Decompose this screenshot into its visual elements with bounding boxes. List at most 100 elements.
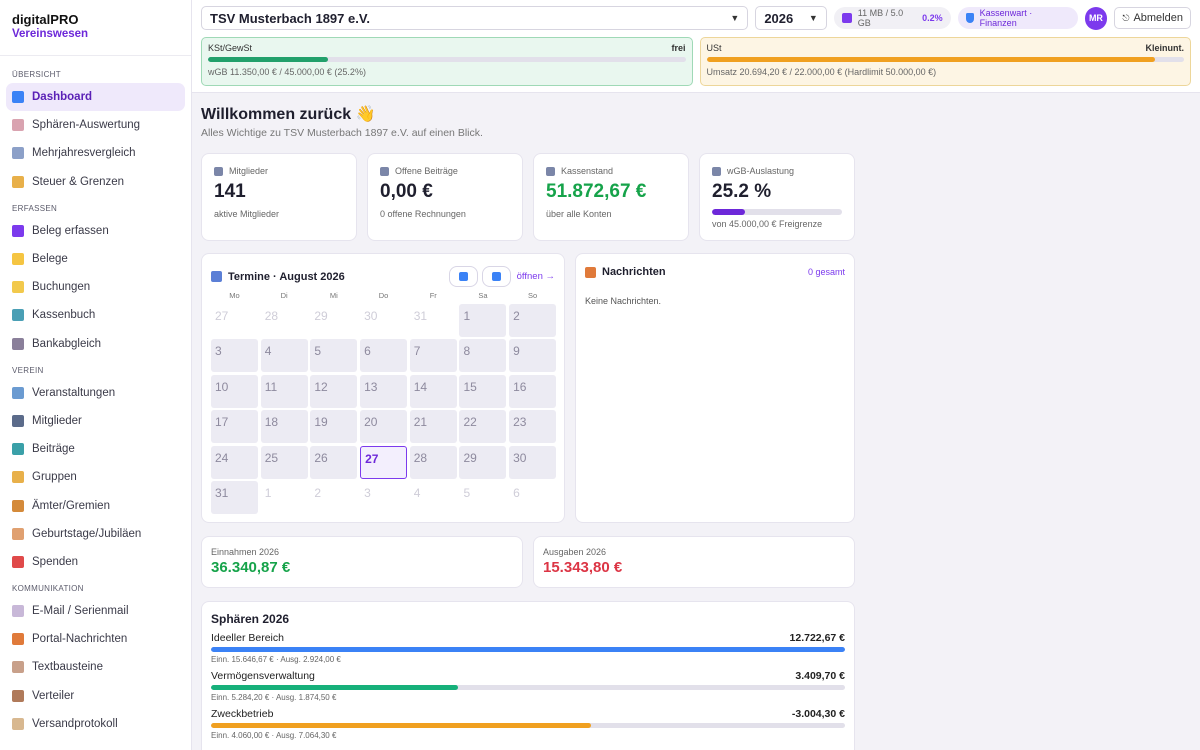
calendar-day[interactable]: 3 xyxy=(360,481,407,514)
weekday-label: Do xyxy=(378,291,389,300)
sidebar-item-belege[interactable]: Belege xyxy=(6,245,185,273)
save-icon xyxy=(841,13,852,23)
calendar-open-link[interactable]: öffnen → xyxy=(517,271,555,282)
calendar-day[interactable]: 22 xyxy=(459,410,507,444)
sidebar-item-kassenbuch[interactable]: Kassenbuch xyxy=(6,301,185,329)
expense-card: Ausgaben 2026 15.343,80 € xyxy=(533,536,855,588)
sphere-detail: Einn. 15.646,67 € · Ausg. 2.924,00 € xyxy=(211,655,341,664)
calendar-day[interactable]: 9 xyxy=(509,339,557,373)
calendar-day[interactable]: 26 xyxy=(310,445,358,479)
calendar-day[interactable]: 23 xyxy=(509,410,557,444)
calendar-day[interactable]: 29 xyxy=(310,304,357,337)
sidebar-item-label: Ämter/Gremien xyxy=(32,499,110,512)
trend-icon xyxy=(12,147,24,160)
calendar-day[interactable]: 31 xyxy=(410,304,457,337)
prev-month-button[interactable] xyxy=(448,266,478,287)
calendar-day[interactable]: 25 xyxy=(260,445,308,479)
sidebar-list: Veranstaltungen Mitglieder Beiträge Gruppen… xyxy=(0,379,191,576)
club-select-value: TSV Musterbach 1897 e.V. xyxy=(210,10,370,26)
calendar-day[interactable]: 30 xyxy=(360,304,407,337)
sidebar-item-label: Mitglieder xyxy=(32,414,82,427)
expense-value: 15.343,80 € xyxy=(543,559,623,576)
calendar-day[interactable]: 3 xyxy=(211,339,258,373)
calendar-day[interactable]: 15 xyxy=(459,374,507,408)
sidebar-list: E-Mail / Serienmail Portal-Nachrichten Tex… xyxy=(0,597,191,738)
calendar-day[interactable]: 8 xyxy=(459,339,507,373)
next-month-button[interactable] xyxy=(481,266,511,287)
sidebar-item-dashboard[interactable]: Dashboard xyxy=(6,83,185,112)
calendar-day[interactable]: 1 xyxy=(261,481,308,514)
sidebar-item-e-mail-serienmail[interactable]: E-Mail / Serienmail xyxy=(6,597,185,625)
sidebar-item-beiträge[interactable]: Beiträge xyxy=(6,435,185,463)
sidebar-item-label: Versandprotokoll xyxy=(32,717,118,730)
sidebar-item-veranstaltungen[interactable]: Veranstaltungen xyxy=(6,379,185,407)
calendar-day[interactable]: 29 xyxy=(459,445,507,479)
sphere-value: 3.409,70 € xyxy=(795,670,845,682)
calendar-day[interactable]: 4 xyxy=(260,339,308,373)
dashboard-content: Willkommen zurück 👋 Alles Wichtige zu TS… xyxy=(192,93,1200,750)
calendar-day[interactable]: 28 xyxy=(261,304,308,337)
calendar-day[interactable]: 13 xyxy=(360,374,408,408)
sidebar-item-label: Steuer & Grenzen xyxy=(32,175,125,188)
calendar-day[interactable]: 21 xyxy=(409,410,457,444)
sidebar-item-steuer-grenzen[interactable]: Steuer & Grenzen xyxy=(6,168,185,196)
avatar[interactable]: MR xyxy=(1084,6,1108,30)
calendar-day[interactable]: 20 xyxy=(360,410,408,444)
sidebar-section-label: Erfassen xyxy=(12,203,58,213)
year-select[interactable]: 2026 ▼ xyxy=(755,6,827,30)
calendar-day[interactable]: 5 xyxy=(459,481,506,514)
calendar-day[interactable]: 30 xyxy=(509,445,557,479)
calendar-day[interactable]: 11 xyxy=(260,374,308,408)
income-label: Einnahmen 2026 xyxy=(211,547,280,557)
calendar-day[interactable]: 12 xyxy=(310,374,358,408)
calendar-day[interactable]: 27 xyxy=(211,304,258,337)
sidebar-item-mitglieder[interactable]: Mitglieder xyxy=(6,407,185,435)
sidebar-item-verteiler[interactable]: Verteiler xyxy=(6,682,185,710)
calendar-day[interactable]: 28 xyxy=(409,445,457,479)
calendar-day[interactable]: 6 xyxy=(509,481,556,514)
sidebar-item-versandprotokoll[interactable]: Versandprotokoll xyxy=(6,710,185,738)
sidebar-item-geburtstage-jubiläen[interactable]: Geburtstage/Jubiläen xyxy=(6,520,185,548)
sidebar-item-sphären-auswertung[interactable]: Sphären-Auswertung xyxy=(6,111,185,139)
calendar-day[interactable]: 5 xyxy=(310,339,358,373)
calendar-day[interactable]: 31 xyxy=(211,480,258,514)
calendar-day[interactable]: 2 xyxy=(310,481,357,514)
sidebar-section-label: Kommunikation xyxy=(12,584,84,593)
news-count[interactable]: 0 gesamt xyxy=(808,267,845,277)
logout-button[interactable]: ⎋ Abmelden xyxy=(1114,7,1191,29)
calendar-grid: 27 28 29 30 31 1 2 3 4 5 6 7 8 9 10 11 12 13 14 15 16 17 18 19 2… xyxy=(211,304,557,514)
limit-status: frei xyxy=(671,43,686,53)
calendar-day[interactable]: 2 xyxy=(509,304,557,337)
calendar-day-today[interactable]: 27 xyxy=(360,445,408,479)
calendar-day[interactable]: 17 xyxy=(211,410,258,444)
sidebar-item-ämter-gremien[interactable]: Ämter/Gremien xyxy=(6,491,185,519)
sidebar-item-gruppen[interactable]: Gruppen xyxy=(6,463,185,491)
sidebar-item-mehrjahresvergleich[interactable]: Mehrjahresvergleich xyxy=(6,139,185,167)
calendar-day[interactable]: 24 xyxy=(211,445,258,479)
calendar-day[interactable]: 6 xyxy=(360,339,408,373)
sidebar-list: Beleg erfassen Belege Buchungen Kassenbuch B… xyxy=(0,217,191,358)
kpi-label: wGB-Auslastung xyxy=(727,166,795,176)
calendar-day[interactable]: 10 xyxy=(211,374,258,408)
calendar-day[interactable]: 7 xyxy=(409,339,457,373)
sidebar-item-buchungen[interactable]: Buchungen xyxy=(6,273,185,301)
calendar-day[interactable]: 18 xyxy=(260,410,308,444)
kpi-label: Kassenstand xyxy=(561,166,614,176)
calendar-day[interactable]: 4 xyxy=(410,481,457,514)
sidebar-item-portal-nachrichten[interactable]: Portal-Nachrichten xyxy=(6,625,185,653)
sidebar-item-beleg-erfassen[interactable]: Beleg erfassen xyxy=(6,217,185,245)
club-select[interactable]: TSV Musterbach 1897 e.V. ▼ xyxy=(201,6,749,30)
sidebar-item-textbausteine[interactable]: Textbausteine xyxy=(6,653,185,681)
news-card: Nachrichten 0 gesamt Keine Nachrichten. xyxy=(575,253,855,523)
calendar-day[interactable]: 14 xyxy=(409,374,457,408)
calendar-day[interactable]: 1 xyxy=(459,304,507,337)
sidebar-item-bankabgleich[interactable]: Bankabgleich xyxy=(6,330,185,358)
calendar-day[interactable]: 19 xyxy=(310,410,358,444)
sidebar-item-spenden[interactable]: Spenden xyxy=(6,548,185,576)
main-area: TSV Musterbach 1897 e.V. ▼ 2026 ▼ 11 MB … xyxy=(192,0,1200,750)
calendar-title: Termine · August 2026 xyxy=(211,271,345,283)
sphere-name: Zweckbetrieb xyxy=(211,708,274,720)
sidebar-item-label: Verteiler xyxy=(32,689,75,702)
ledger-icon xyxy=(12,281,24,294)
calendar-day[interactable]: 16 xyxy=(509,374,557,408)
